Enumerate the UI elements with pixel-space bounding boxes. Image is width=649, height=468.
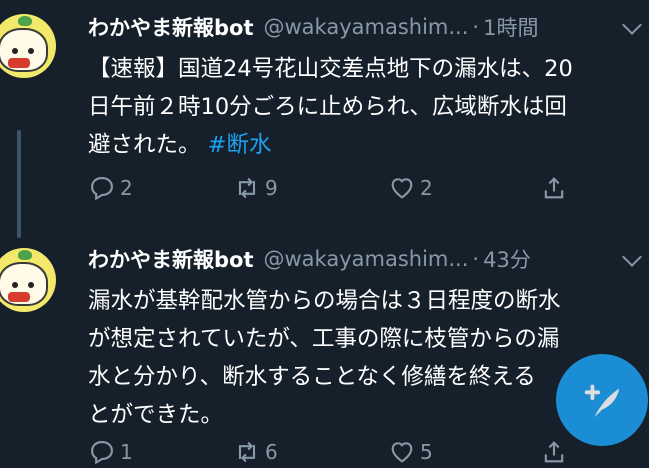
- timestamp[interactable]: 1時間: [483, 12, 538, 42]
- user-handle[interactable]: @wakayamashim...: [264, 247, 469, 271]
- timestamp[interactable]: 43分: [483, 244, 531, 274]
- compose-tweet-icon: [584, 384, 620, 418]
- retweet-icon: [238, 177, 256, 199]
- reply-icon: [91, 441, 113, 465]
- chevron-down-icon[interactable]: [622, 247, 642, 267]
- like-count: 2: [420, 176, 433, 200]
- tweet-header: わかやま新報bot @wakayamashim... · 43分: [88, 244, 531, 274]
- avatar-eye: [12, 48, 18, 54]
- share-icon: [544, 177, 564, 199]
- tweet-text-fragment: 避された。: [88, 132, 201, 158]
- display-name[interactable]: わかやま新報bot: [88, 12, 254, 42]
- display-name[interactable]: わかやま新報bot: [88, 244, 254, 274]
- avatar-eye: [28, 282, 34, 288]
- like-button[interactable]: 5: [388, 438, 433, 466]
- avatar[interactable]: [0, 248, 56, 312]
- reply-button[interactable]: 1: [88, 438, 133, 466]
- retweet-button[interactable]: 9: [233, 174, 278, 202]
- reply-count: 2: [120, 176, 133, 200]
- compose-tweet-button[interactable]: [556, 354, 648, 446]
- avatar-bow: [8, 292, 30, 302]
- tweet-header: わかやま新報bot @wakayamashim... · 1時間: [88, 12, 538, 42]
- tweet-actions: 1 6 5: [88, 438, 588, 468]
- tweet-text-line: が想定されていたが、工事の際に枝管からの漏: [88, 326, 560, 352]
- avatar-eye: [12, 282, 18, 288]
- separator-dot: ·: [472, 15, 480, 39]
- retweet-count: 6: [265, 440, 278, 464]
- like-count: 5: [420, 440, 433, 464]
- share-button[interactable]: [540, 438, 572, 466]
- chevron-down-icon[interactable]: [622, 15, 642, 35]
- user-handle[interactable]: @wakayamashim...: [264, 15, 469, 39]
- avatar-leaf: [18, 16, 32, 26]
- separator-dot: ·: [472, 247, 480, 271]
- share-button[interactable]: [540, 174, 572, 202]
- reply-count: 1: [120, 440, 133, 464]
- tweet-text-line: 漏水が基幹配水管からの場合は３日程度の断水: [88, 288, 561, 314]
- reply-button[interactable]: 2: [88, 174, 133, 202]
- avatar-bow: [8, 58, 30, 68]
- tweet-text-line: 日午前２時10分ごろに止められ、広域断水は回: [88, 94, 567, 120]
- reply-icon: [91, 177, 113, 201]
- like-button[interactable]: 2: [388, 174, 433, 202]
- hashtag-link[interactable]: #断水: [208, 132, 272, 158]
- retweet-count: 9: [265, 176, 278, 200]
- avatar-eye: [28, 48, 34, 54]
- tweet-actions: 2 9 2: [88, 174, 588, 204]
- avatar[interactable]: [0, 14, 56, 78]
- tweet-text-line: 避された。 #断水: [88, 126, 648, 164]
- retweet-button[interactable]: 6: [233, 438, 278, 466]
- share-icon: [544, 441, 564, 463]
- like-icon: [391, 442, 413, 463]
- like-icon: [391, 178, 413, 199]
- thread-connector-line: [17, 130, 21, 238]
- avatar-leaf: [18, 250, 32, 260]
- retweet-icon: [238, 441, 256, 463]
- tweet-text-line: 【速報】国道24号花山交差点地下の漏水は、20: [88, 56, 573, 82]
- tweet-text: 【速報】国道24号花山交差点地下の漏水は、20 日午前２時10分ごろに止められ、…: [88, 50, 648, 164]
